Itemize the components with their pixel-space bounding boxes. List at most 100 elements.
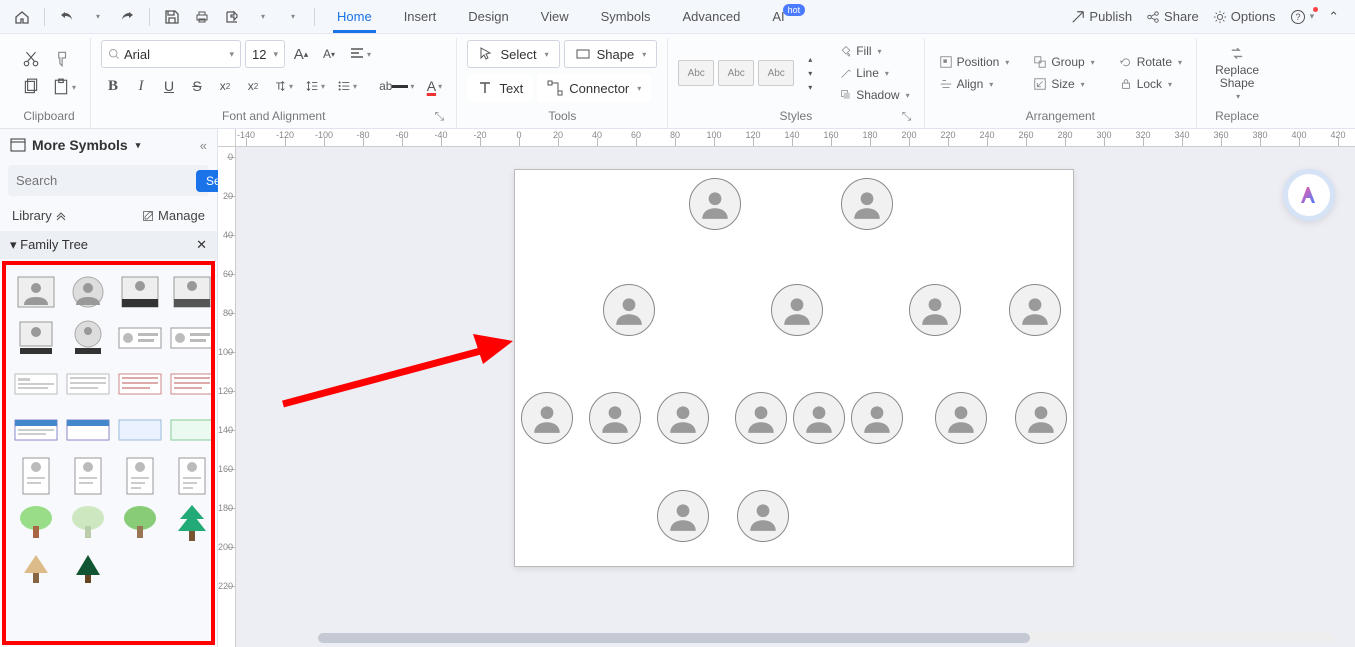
library-link[interactable]: Library bbox=[12, 208, 66, 223]
increase-font-button[interactable]: A▴ bbox=[289, 42, 313, 66]
shape-thumbnail[interactable] bbox=[170, 273, 214, 311]
tab-home[interactable]: Home bbox=[333, 1, 376, 32]
home-icon[interactable] bbox=[8, 4, 36, 30]
style-gallery-more[interactable]: ▾ bbox=[798, 80, 822, 94]
fill-button[interactable]: Fill bbox=[836, 42, 913, 60]
person-shape[interactable] bbox=[841, 178, 893, 230]
style-gallery-up[interactable]: ▴ bbox=[798, 52, 822, 66]
person-shape[interactable] bbox=[935, 392, 987, 444]
highlight-button[interactable]: ab bbox=[375, 74, 418, 98]
undo-history-dropdown[interactable] bbox=[83, 4, 111, 30]
horizontal-scrollbar[interactable] bbox=[318, 633, 1335, 643]
shape-thumbnail[interactable] bbox=[14, 503, 58, 541]
shape-thumbnail[interactable] bbox=[118, 411, 162, 449]
line-spacing-button[interactable] bbox=[301, 74, 329, 98]
manage-link[interactable]: Manage bbox=[142, 208, 205, 223]
dialog-launcher-icon[interactable]: ⤡ bbox=[900, 109, 914, 123]
text-spacing-button[interactable]: T bbox=[269, 74, 297, 98]
person-shape[interactable] bbox=[735, 392, 787, 444]
bullets-button[interactable] bbox=[333, 74, 361, 98]
font-family-select[interactable]: Arial▾ bbox=[101, 40, 241, 68]
shape-thumbnail[interactable] bbox=[14, 457, 58, 495]
bold-button[interactable]: B bbox=[101, 74, 125, 98]
tab-advanced[interactable]: Advanced bbox=[678, 1, 744, 32]
select-tool-button[interactable]: Select bbox=[467, 40, 559, 68]
person-shape[interactable] bbox=[909, 284, 961, 336]
search-input[interactable] bbox=[12, 169, 196, 192]
shape-thumbnail[interactable] bbox=[118, 319, 162, 357]
panel-title[interactable]: More Symbols▾ bbox=[10, 137, 140, 153]
shape-thumbnail[interactable] bbox=[66, 549, 110, 587]
shape-thumbnail[interactable] bbox=[118, 457, 162, 495]
shape-thumbnail[interactable] bbox=[118, 365, 162, 403]
category-header[interactable]: ▾ Family Tree ✕ bbox=[0, 231, 217, 259]
text-tool-button[interactable]: Text bbox=[467, 74, 533, 102]
person-shape[interactable] bbox=[737, 490, 789, 542]
dialog-launcher-icon[interactable]: ⤡ bbox=[432, 109, 446, 123]
align-horizontal-button[interactable] bbox=[345, 42, 375, 66]
shape-thumbnail[interactable] bbox=[66, 457, 110, 495]
scrollbar-thumb[interactable] bbox=[318, 633, 1030, 643]
style-gallery-down[interactable]: ▾ bbox=[798, 66, 822, 80]
line-button[interactable]: Line bbox=[836, 64, 913, 82]
italic-button[interactable]: I bbox=[129, 74, 153, 98]
shadow-button[interactable]: Shadow bbox=[836, 86, 913, 104]
shape-thumbnail[interactable] bbox=[14, 549, 58, 587]
close-category-icon[interactable]: ✕ bbox=[196, 237, 207, 253]
shape-tool-button[interactable]: Shape bbox=[564, 40, 658, 68]
shape-thumbnail[interactable] bbox=[118, 503, 162, 541]
person-shape[interactable] bbox=[657, 490, 709, 542]
shape-thumbnail[interactable] bbox=[66, 273, 110, 311]
person-shape[interactable] bbox=[771, 284, 823, 336]
help-button[interactable]: ?▾ bbox=[1290, 9, 1315, 25]
ai-assistant-fab[interactable] bbox=[1283, 169, 1335, 221]
shape-thumbnail[interactable] bbox=[14, 365, 58, 403]
tab-view[interactable]: View bbox=[537, 1, 573, 32]
person-shape[interactable] bbox=[689, 178, 741, 230]
shape-thumbnail[interactable] bbox=[170, 457, 214, 495]
lock-button[interactable]: Lock bbox=[1115, 75, 1186, 93]
style-preset[interactable]: Abc bbox=[678, 60, 714, 86]
shape-thumbnail[interactable] bbox=[170, 365, 214, 403]
export-button[interactable] bbox=[218, 4, 246, 30]
shape-thumbnail[interactable] bbox=[170, 319, 214, 357]
replace-shape-button[interactable]: Replace Shape bbox=[1207, 41, 1267, 105]
subscript-button[interactable]: x2 bbox=[241, 74, 265, 98]
person-shape[interactable] bbox=[603, 284, 655, 336]
font-color-button[interactable]: A bbox=[422, 74, 446, 98]
shape-thumbnail[interactable] bbox=[66, 411, 110, 449]
share-button[interactable]: Share bbox=[1146, 9, 1199, 24]
qat-customize[interactable] bbox=[278, 4, 306, 30]
align-button[interactable]: Align bbox=[935, 75, 1014, 93]
shape-thumbnail[interactable] bbox=[118, 273, 162, 311]
superscript-button[interactable]: x2 bbox=[213, 74, 237, 98]
print-button[interactable] bbox=[188, 4, 216, 30]
shape-thumbnail[interactable] bbox=[66, 319, 110, 357]
style-preset[interactable]: Abc bbox=[758, 60, 794, 86]
shape-thumbnail[interactable] bbox=[14, 411, 58, 449]
person-shape[interactable] bbox=[657, 392, 709, 444]
font-size-select[interactable]: 12▾ bbox=[245, 40, 285, 68]
shape-thumbnail[interactable] bbox=[66, 365, 110, 403]
person-shape[interactable] bbox=[589, 392, 641, 444]
person-shape[interactable] bbox=[793, 392, 845, 444]
tab-design[interactable]: Design bbox=[464, 1, 512, 32]
save-button[interactable] bbox=[158, 4, 186, 30]
collapse-ribbon-button[interactable]: ⌃ bbox=[1328, 9, 1339, 25]
shape-thumbnail[interactable] bbox=[66, 503, 110, 541]
canvas-page[interactable] bbox=[514, 169, 1074, 567]
tab-symbols[interactable]: Symbols bbox=[597, 1, 655, 32]
undo-button[interactable] bbox=[53, 4, 81, 30]
connector-tool-button[interactable]: Connector bbox=[537, 74, 651, 102]
shape-thumbnail[interactable] bbox=[14, 319, 58, 357]
export-dropdown[interactable] bbox=[248, 4, 276, 30]
underline-button[interactable]: U bbox=[157, 74, 181, 98]
shape-thumbnail[interactable] bbox=[14, 273, 58, 311]
publish-button[interactable]: Publish bbox=[1071, 9, 1132, 24]
person-shape[interactable] bbox=[521, 392, 573, 444]
canvas-area[interactable]: -140-120-100-80-60-40-200204060801001201… bbox=[218, 129, 1355, 647]
person-shape[interactable] bbox=[1009, 284, 1061, 336]
copy-button[interactable] bbox=[18, 75, 44, 99]
tab-insert[interactable]: Insert bbox=[400, 1, 441, 32]
paste-button[interactable] bbox=[48, 75, 80, 99]
